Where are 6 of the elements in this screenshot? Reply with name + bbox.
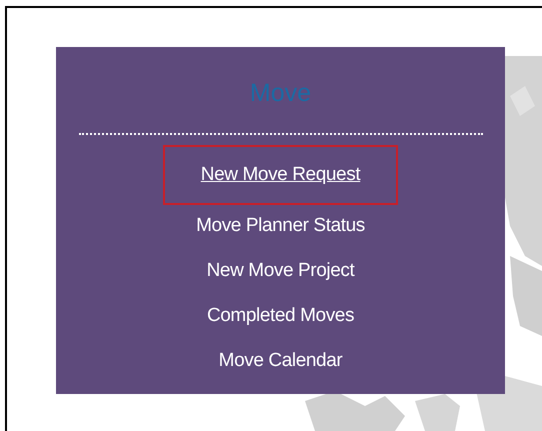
menu-link[interactable]: Completed Moves [168, 293, 392, 338]
menu-link[interactable]: Move Calendar [180, 338, 380, 383]
menu-title: Move [250, 78, 312, 109]
menu-link[interactable]: New Move Request [162, 145, 398, 205]
menu-link[interactable]: New Move Project [168, 248, 392, 293]
menu-link[interactable]: Move Planner Status [158, 203, 403, 248]
